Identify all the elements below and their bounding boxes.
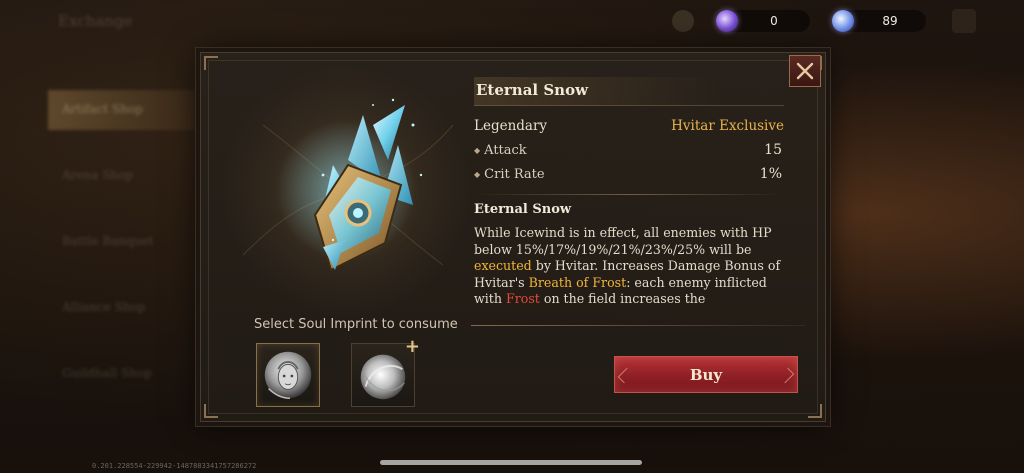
close-icon xyxy=(796,62,814,80)
bg-menu-item-alliance: Alliance Shop xyxy=(62,300,146,314)
ice-crystal-artifact-icon xyxy=(242,98,454,272)
stat-row-crit-rate: ◆ Crit Rate 1% xyxy=(474,166,784,182)
home-indicator[interactable] xyxy=(380,460,642,465)
desc-segment: While Icewind is in effect, all enemies … xyxy=(474,225,772,257)
skill-description[interactable]: While Icewind is in effect, all enemies … xyxy=(474,225,786,308)
skill-name: Eternal Snow xyxy=(474,202,572,217)
desc-segment: on the field increases the xyxy=(539,291,706,307)
rarity-label: Legendary xyxy=(474,118,548,134)
stat-row-attack: ◆ Attack 15 xyxy=(474,142,784,158)
soul-gem-purple-icon xyxy=(716,10,738,32)
stat-label-crit-rate: ◆ Crit Rate xyxy=(474,167,545,182)
diamond-bullet-icon: ◆ xyxy=(474,169,481,179)
buy-button[interactable]: Buy xyxy=(614,356,798,393)
desc-keyword-breath-of-frost: Breath of Frost xyxy=(528,274,627,290)
add-icon: + xyxy=(404,336,420,357)
currency-bar: 0 89 xyxy=(672,8,976,34)
background-menu: Artifact Shop Arena Shop Battle Banquet … xyxy=(48,90,198,420)
soul-imprint-face-icon xyxy=(264,351,312,399)
background-title: Exchange xyxy=(58,12,133,30)
diamond-bullet-icon: ◆ xyxy=(474,145,481,155)
artifact-artwork xyxy=(223,65,469,315)
frame-corner xyxy=(808,404,822,418)
soul-imprint-divider xyxy=(471,325,806,326)
item-detail-modal: Eternal Snow Legendary Hvitar Exclusive … xyxy=(200,52,826,422)
currency-purple[interactable]: 0 xyxy=(716,10,810,32)
currency-blue-value: 89 xyxy=(882,14,898,28)
soul-imprint-slot-1[interactable] xyxy=(256,343,320,407)
item-name: Eternal Snow xyxy=(474,77,784,106)
currency-blue[interactable]: 89 xyxy=(832,10,926,32)
stat-value-attack: 15 xyxy=(764,142,782,158)
desc-keyword-executed: executed xyxy=(474,258,532,274)
soul-imprint-label: Select Soul Imprint to consume xyxy=(254,317,458,332)
exclusive-label: Hvitar Exclusive xyxy=(671,118,784,134)
divider xyxy=(474,194,784,195)
stat-value-crit-rate: 1% xyxy=(759,166,782,182)
stat-label-crit-rate-text: Crit Rate xyxy=(484,166,545,182)
bg-menu-item-banquet: Battle Banquet xyxy=(62,234,154,248)
desc-keyword-frost: Frost xyxy=(505,291,540,307)
frame-corner xyxy=(204,56,218,70)
bg-menu-item-guildhall: Guildhall Shop xyxy=(62,366,152,380)
frame-corner xyxy=(204,404,218,418)
bg-menu-item-artifact: Artifact Shop xyxy=(48,90,198,130)
soul-imprint-slot-2[interactable]: + xyxy=(351,338,420,407)
background-close-icon xyxy=(952,9,976,33)
bg-menu-item-arena: Arena Shop xyxy=(62,168,134,182)
item-info-panel: Eternal Snow Legendary Hvitar Exclusive … xyxy=(474,77,784,308)
dim-coin-icon xyxy=(672,10,694,32)
close-button[interactable] xyxy=(789,55,821,87)
stat-label-attack: ◆ Attack xyxy=(474,143,527,158)
currency-purple-value: 0 xyxy=(770,14,778,28)
soul-gem-blue-icon xyxy=(832,10,854,32)
stat-label-attack-text: Attack xyxy=(484,142,527,158)
build-id-text: 0.201.228554-229942-1487883341757286272 xyxy=(92,462,257,470)
rarity-row: Legendary Hvitar Exclusive xyxy=(474,118,784,134)
